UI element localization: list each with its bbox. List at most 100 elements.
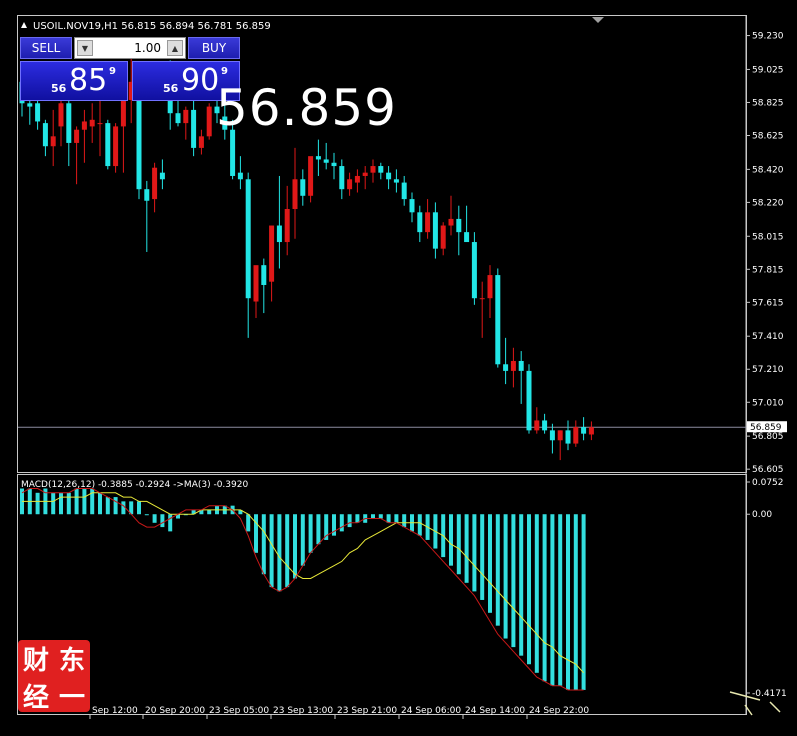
- price-tick-label: 58.420: [752, 165, 784, 175]
- candle-body: [464, 232, 470, 243]
- lot-decrease-icon[interactable]: ▼: [77, 40, 93, 56]
- candle-body: [362, 172, 368, 176]
- candle-body: [448, 218, 454, 226]
- macd-bar: [144, 514, 149, 516]
- candle-body: [495, 275, 501, 365]
- ask-price-sup: 9: [221, 66, 228, 77]
- time-axis-label: 24 Sep 22:00: [529, 706, 589, 716]
- macd-tick-label: -0.4171: [752, 689, 787, 699]
- bid-price-small: 56: [51, 82, 67, 95]
- candle-body: [386, 172, 392, 180]
- one-click-trading-panel: SELL ▼ 1.00 ▲ BUY 56 85 9 56 90 9: [20, 37, 240, 101]
- macd-bar: [480, 514, 485, 600]
- candle-body: [89, 119, 95, 127]
- logo-char: 一: [58, 683, 85, 713]
- macd-bar: [316, 514, 321, 545]
- macd-bar: [503, 514, 508, 639]
- macd-bar: [378, 514, 383, 519]
- lot-increase-icon[interactable]: ▲: [167, 40, 183, 56]
- candle-body: [323, 159, 329, 163]
- candle-body: [417, 212, 423, 233]
- sell-button[interactable]: SELL: [20, 37, 72, 59]
- candle-body: [269, 225, 275, 282]
- macd-bar: [417, 514, 422, 536]
- lot-size-field[interactable]: ▼ 1.00 ▲: [74, 37, 186, 59]
- macd-bar: [371, 514, 375, 519]
- macd-bar: [300, 514, 305, 566]
- macd-bar: [254, 514, 258, 553]
- candle-body: [432, 212, 438, 249]
- macd-bar: [98, 492, 102, 515]
- candle-body: [526, 370, 532, 431]
- symbol-ohlc-line: USOIL.NOV19,H1 56.815 56.894 56.781 56.8…: [33, 21, 271, 32]
- price-tick-label: 56.805: [752, 432, 784, 442]
- price-tick-label: 56.605: [752, 465, 784, 475]
- candle-body: [425, 212, 431, 233]
- macd-bar: [558, 514, 563, 686]
- lot-size-value[interactable]: 1.00: [134, 41, 161, 55]
- macd-bar: [66, 492, 71, 515]
- candle-body: [50, 136, 56, 147]
- macd-bar: [347, 514, 352, 528]
- candle-body: [66, 103, 72, 143]
- candle-body: [347, 179, 353, 190]
- candle-body: [284, 209, 290, 243]
- candle-body: [175, 113, 181, 124]
- price-tick-label: 58.220: [752, 198, 784, 208]
- candle-body: [565, 430, 571, 444]
- macd-tick-label: 0.0752: [752, 478, 784, 488]
- bid-price-big: 85: [69, 63, 108, 98]
- macd-bar: [394, 514, 399, 523]
- logo-char: 经: [22, 683, 49, 713]
- candle-body: [401, 182, 407, 200]
- bid-price-box[interactable]: 56 85 9: [20, 61, 128, 101]
- candle-body: [308, 156, 314, 196]
- watermark-logo: 财 东 经 一: [18, 640, 90, 713]
- buy-button[interactable]: BUY: [188, 37, 240, 59]
- logo-char: 财: [22, 646, 49, 676]
- price-tick-label: 57.210: [752, 365, 784, 375]
- candle-body: [97, 123, 103, 125]
- time-axis-label: 23 Sep 21:00: [337, 706, 397, 716]
- candle-body: [113, 126, 119, 167]
- macd-bar: [495, 514, 500, 626]
- candle-body: [510, 360, 516, 371]
- candle-body: [120, 99, 126, 127]
- price-tick-label: 57.010: [752, 398, 784, 408]
- time-axis-label: Sep 12:00: [92, 706, 138, 716]
- candle-body: [315, 156, 321, 160]
- macd-bar: [308, 514, 313, 553]
- price-chart: USOIL.NOV19,H1 56.815 56.894 56.781 56.8…: [0, 0, 797, 732]
- macd-bar: [59, 492, 63, 515]
- candle-body: [144, 189, 150, 201]
- price-tick-label: 57.410: [752, 332, 784, 342]
- macd-bar: [277, 514, 282, 592]
- candle-body: [339, 166, 345, 190]
- macd-bar: [74, 488, 79, 515]
- candle-body: [518, 360, 524, 371]
- macd-bar: [550, 514, 555, 686]
- candle-body: [58, 103, 64, 127]
- bid-price-sup: 9: [109, 66, 116, 77]
- large-price-overlay: 56.859: [216, 79, 397, 137]
- candle-body: [409, 199, 415, 213]
- macd-bar: [402, 514, 407, 528]
- logo-char: 东: [58, 646, 85, 676]
- macd-bar: [488, 514, 492, 613]
- candle-body: [393, 179, 399, 183]
- candle-body: [105, 123, 111, 167]
- macd-tick-label: 0.00: [752, 510, 772, 520]
- candle-body: [152, 167, 158, 200]
- candle-body: [74, 129, 80, 143]
- candle-body: [378, 166, 384, 173]
- ask-price-big: 90: [181, 63, 220, 98]
- candle-body: [370, 166, 376, 173]
- candle-body: [534, 420, 540, 431]
- candle-body: [549, 430, 555, 441]
- macd-bar: [137, 501, 141, 515]
- candle-body: [206, 106, 212, 137]
- price-tick-label: 58.015: [752, 232, 784, 242]
- candle-body: [331, 162, 337, 167]
- macd-bar: [339, 514, 344, 532]
- macd-bar: [269, 514, 274, 588]
